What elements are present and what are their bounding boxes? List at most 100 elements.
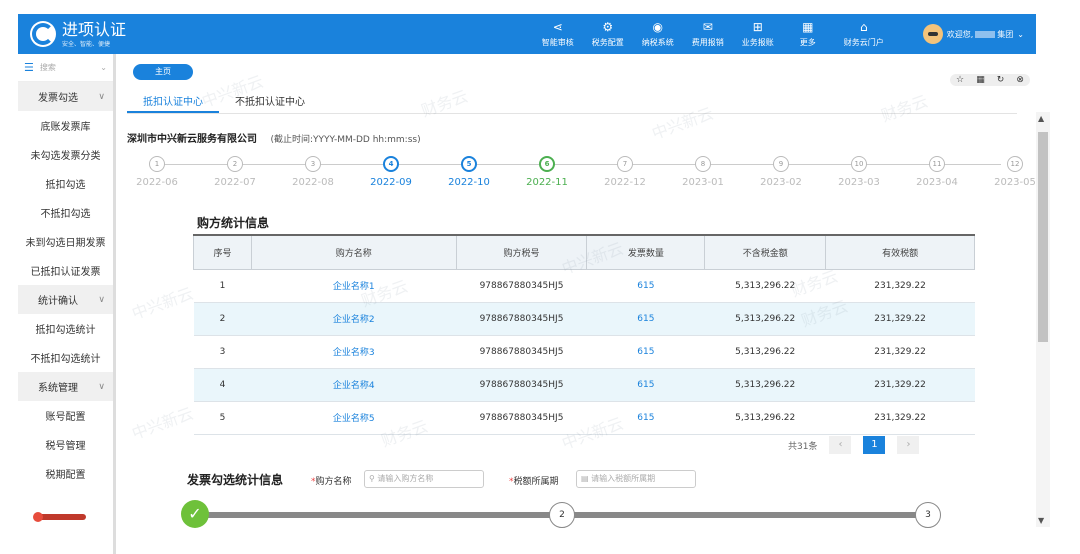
sidebar-item[interactable]: 税期配置 bbox=[18, 459, 113, 488]
table-cell-link[interactable]: 企业名称4 bbox=[251, 368, 457, 402]
sidebar-item[interactable]: 账号配置 bbox=[18, 401, 113, 430]
period-step[interactable]: 11 2023-04 bbox=[907, 154, 967, 188]
period-step[interactable]: 8 2023-01 bbox=[673, 154, 733, 188]
sidebar-group[interactable]: 系统管理 ∨ bbox=[18, 372, 113, 401]
chevron-down-icon: ⌄ bbox=[100, 63, 107, 72]
table-cell-link[interactable]: 企业名称5 bbox=[251, 401, 457, 435]
period-step[interactable]: 3 2022-08 bbox=[283, 154, 343, 188]
sidebar-item[interactable]: 抵扣勾选统计 bbox=[18, 314, 113, 343]
table-cell: 978867880345HJ5 bbox=[456, 401, 587, 435]
nav-item-expense[interactable]: ✉ 费用报销 bbox=[683, 20, 733, 48]
vertical-scrollbar[interactable]: ▲ ▼ bbox=[1036, 112, 1050, 527]
scroll-up-icon[interactable]: ▲ bbox=[1038, 114, 1044, 123]
sidebar-item[interactable]: 税号管理 bbox=[18, 430, 113, 459]
table-cell: 231,329.22 bbox=[825, 302, 975, 336]
table-cell: 231,329.22 bbox=[825, 401, 975, 435]
nav-item-label: 费用报销 bbox=[691, 38, 724, 47]
period-step-number: 9 bbox=[773, 156, 789, 172]
app-logo-icon bbox=[30, 21, 56, 47]
period-step[interactable]: 7 2022-12 bbox=[595, 154, 655, 188]
buyer-name-input[interactable]: ⚲ 请输入购方名称 bbox=[364, 470, 484, 488]
nav-item-tax-system[interactable]: ◉ 纳税系统 bbox=[633, 20, 683, 48]
nav-item-more[interactable]: ▦ 更多 bbox=[783, 20, 833, 48]
sidebar-item[interactable]: 已抵扣认证发票 bbox=[18, 256, 113, 285]
close-all-icon[interactable]: ⊗ bbox=[1016, 75, 1024, 85]
sidebar-search-input[interactable]: 搜索 bbox=[40, 62, 56, 73]
table-cell-link[interactable]: 企业名称3 bbox=[251, 335, 457, 369]
nav-item-business[interactable]: ⊞ 业务报账 bbox=[733, 20, 783, 48]
sidebar-group-label: 系统管理 bbox=[38, 383, 78, 394]
nav-item-home[interactable]: ⌂ 财务云门户 bbox=[833, 20, 895, 48]
period-step-label: 2022-06 bbox=[136, 177, 178, 188]
period-step-label: 2023-04 bbox=[916, 177, 958, 188]
sidebar-group[interactable]: 统计确认 ∨ bbox=[18, 285, 113, 314]
next-page-button[interactable]: › bbox=[897, 436, 920, 454]
sidebar-item[interactable]: 不抵扣勾选统计 bbox=[18, 343, 113, 372]
scroll-down-icon[interactable]: ▼ bbox=[1038, 516, 1044, 525]
nav-item-share[interactable]: ⋖ 智能审核 bbox=[533, 20, 583, 48]
period-step-number: 2 bbox=[227, 156, 243, 172]
table-cell: 978867880345HJ5 bbox=[456, 335, 587, 369]
sidebar-item[interactable]: 抵扣勾选 bbox=[18, 169, 113, 198]
sidebar-group[interactable]: 发票勾选 ∨ bbox=[18, 82, 113, 111]
period-step[interactable]: 10 2023-03 bbox=[829, 154, 889, 188]
sidebar-search[interactable]: ☰ 搜索 ⌄ bbox=[18, 54, 113, 82]
user-name-redacted bbox=[975, 30, 996, 38]
sidebar-item[interactable]: 底账发票库 bbox=[18, 111, 113, 140]
table-cell-link[interactable]: 615 bbox=[586, 302, 705, 336]
home-tab[interactable]: 主页 bbox=[133, 64, 193, 80]
scrollbar-thumb[interactable] bbox=[1038, 132, 1048, 342]
sidebar-item[interactable]: 不抵扣勾选 bbox=[18, 198, 113, 227]
period-step-label: 2022-08 bbox=[292, 177, 334, 188]
table-cell: 4 bbox=[193, 368, 252, 402]
page-button-current[interactable]: 1 bbox=[863, 436, 886, 454]
table-cell-link[interactable]: 615 bbox=[586, 368, 705, 402]
nav-item-label: 财务云门户 bbox=[843, 38, 884, 47]
table-cell: 978867880345HJ5 bbox=[456, 269, 587, 303]
nav-item-tax-config[interactable]: ⚙ 税务配置 bbox=[583, 20, 633, 48]
expense-icon: ✉ bbox=[702, 20, 713, 34]
buyer-stats-table: 序号 购方名称 购方税号 发票数量 不含税金额 有效税额 1 企业名称1 9788678803… bbox=[193, 234, 975, 435]
table-cell-link[interactable]: 企业名称1 bbox=[251, 269, 457, 303]
tab-non-deduction-center[interactable]: 不抵扣认证中心 bbox=[219, 92, 321, 113]
refresh-icon[interactable]: ↻ bbox=[997, 75, 1005, 85]
column-header: 购方名称 bbox=[250, 234, 457, 270]
sidebar-group-label: 发票勾选 bbox=[38, 93, 78, 104]
period-step-number: 11 bbox=[929, 156, 945, 172]
step-2[interactable]: 2 bbox=[549, 502, 575, 528]
chevron-down-icon: ∨ bbox=[98, 91, 105, 102]
star-icon[interactable]: ☆ bbox=[956, 75, 964, 85]
tax-period-input[interactable]: ▤ 请输入税额所属期 bbox=[576, 470, 696, 488]
table-cell-link[interactable]: 615 bbox=[586, 401, 705, 435]
period-step[interactable]: 4 2022-09 bbox=[361, 154, 421, 188]
buyer-stats-title: 购方统计信息 bbox=[197, 216, 270, 230]
sidebar-item[interactable]: 未勾选发票分类 bbox=[18, 140, 113, 169]
sidebar-item[interactable]: 未到勾选日期发票 bbox=[18, 227, 113, 256]
table-cell: 231,329.22 bbox=[825, 368, 975, 402]
table-cell-link[interactable]: 企业名称2 bbox=[251, 302, 457, 336]
brand[interactable]: 进项认证 安全、智能、便捷 bbox=[18, 20, 218, 48]
user-menu[interactable]: 欢迎您, 集团 ⌄ bbox=[922, 24, 1024, 44]
table-cell: 5 bbox=[193, 401, 252, 435]
period-step[interactable]: 6 2022-11 bbox=[517, 154, 577, 188]
avatar bbox=[922, 24, 943, 44]
sidebar-menu: 发票勾选 ∨ 底账发票库 未勾选发票分类 抵扣勾选 不抵扣勾选 未到勾选日期发票 已抵扣认证发… bbox=[18, 82, 113, 488]
table-cell: 2 bbox=[193, 302, 252, 336]
table-cell-link[interactable]: 615 bbox=[586, 269, 705, 303]
tab-deduction-center[interactable]: 抵扣认证中心 bbox=[127, 92, 219, 113]
menu-icon[interactable]: ☰ bbox=[24, 61, 34, 74]
period-step-label: 2023-02 bbox=[760, 177, 802, 188]
column-header: 有效税额 bbox=[825, 234, 975, 270]
period-step[interactable]: 9 2023-02 bbox=[751, 154, 811, 188]
period-step[interactable]: 1 2022-06 bbox=[127, 154, 187, 188]
prev-page-button[interactable]: ‹ bbox=[829, 436, 852, 454]
period-step[interactable]: 5 2022-10 bbox=[439, 154, 499, 188]
step-3[interactable]: 3 bbox=[915, 502, 941, 528]
period-step[interactable]: 2 2022-07 bbox=[205, 154, 265, 188]
sidebar-toggle-slider[interactable] bbox=[33, 512, 86, 522]
table-cell-link[interactable]: 615 bbox=[586, 335, 705, 369]
tax-period-label: *税额所属期 bbox=[509, 477, 559, 487]
pagination: 共31条 ‹ 1 › bbox=[788, 436, 920, 454]
grid-icon[interactable]: ▦ bbox=[976, 75, 985, 85]
more-icon: ▦ bbox=[802, 20, 814, 34]
